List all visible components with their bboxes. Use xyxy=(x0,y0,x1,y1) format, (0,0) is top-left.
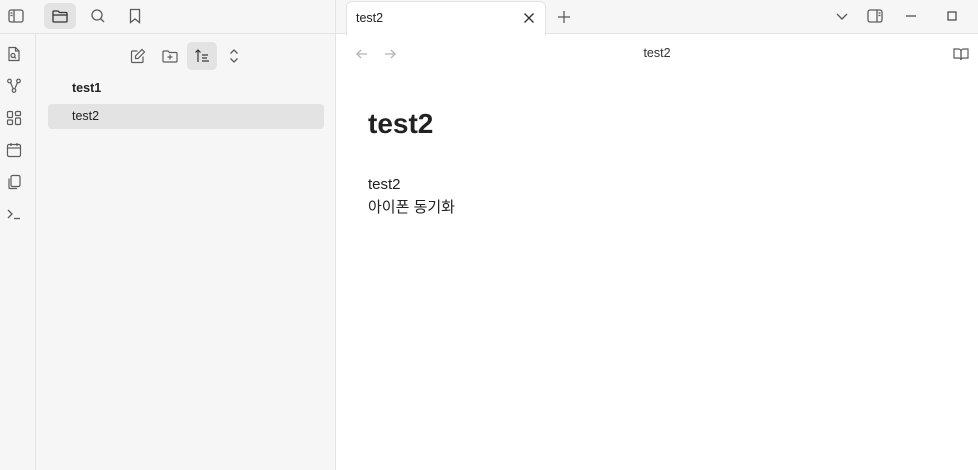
templates-button[interactable] xyxy=(4,172,24,192)
graph-view-button[interactable] xyxy=(4,76,24,96)
right-sidebar-toggle-button[interactable] xyxy=(863,5,887,27)
quick-switcher-button[interactable] xyxy=(4,44,24,64)
tab-close-button[interactable] xyxy=(521,10,537,26)
canvas-icon xyxy=(6,110,22,126)
sidebar-toggle-icon xyxy=(8,9,24,23)
ribbon xyxy=(0,34,36,470)
daily-note-button[interactable] xyxy=(4,140,24,160)
collapse-icon xyxy=(230,49,238,63)
new-note-button[interactable] xyxy=(123,42,153,70)
file-item-test1[interactable]: test1 xyxy=(48,76,324,101)
new-note-icon xyxy=(130,48,146,64)
chevron-down-icon xyxy=(836,13,848,20)
graph-icon xyxy=(7,78,21,93)
reading-view-button[interactable] xyxy=(952,45,970,63)
minimize-icon xyxy=(906,15,916,17)
tab-title: test2 xyxy=(356,11,384,25)
sort-button[interactable] xyxy=(187,42,217,70)
file-explorer-tab[interactable] xyxy=(44,3,76,29)
templates-icon xyxy=(8,174,21,190)
terminal-icon xyxy=(7,209,20,220)
view-title[interactable]: test2 xyxy=(336,46,978,60)
document-line: test2 xyxy=(368,176,401,193)
folder-icon xyxy=(52,10,68,23)
editor-content[interactable]: test2 test2 아이폰 동기화 xyxy=(368,105,948,219)
sort-icon xyxy=(195,49,209,62)
document-heading: test2 xyxy=(368,108,434,139)
right-sidebar-toggle-icon xyxy=(867,9,883,23)
command-palette-button[interactable] xyxy=(4,204,24,224)
sidebar-toggle-button[interactable] xyxy=(0,3,32,29)
view-header: test2 xyxy=(336,35,978,73)
calendar-icon xyxy=(6,143,22,158)
canvas-button[interactable] xyxy=(4,108,24,128)
file-explorer-actions xyxy=(36,42,336,70)
quick-switcher-icon xyxy=(8,46,20,62)
bookmarks-tab[interactable] xyxy=(119,3,151,29)
book-open-icon xyxy=(953,48,969,61)
search-icon xyxy=(91,9,105,23)
new-tab-button[interactable] xyxy=(554,7,574,27)
bookmark-icon xyxy=(129,8,141,24)
maximize-button[interactable] xyxy=(940,5,964,27)
tab-list-button[interactable] xyxy=(830,5,854,27)
new-folder-button[interactable] xyxy=(155,42,185,70)
maximize-icon xyxy=(947,11,957,21)
new-folder-icon xyxy=(162,50,178,63)
tab-bar: test2 xyxy=(336,0,978,35)
close-icon xyxy=(524,13,534,23)
collapse-all-button[interactable] xyxy=(219,42,249,70)
plus-icon xyxy=(558,11,570,23)
document-line: 아이폰 동기화 xyxy=(368,199,455,216)
left-sidebar-header xyxy=(0,0,336,34)
minimize-button[interactable] xyxy=(899,5,923,27)
obsidian-window: test1 test2 test2 test2 test2 test2 아이폰 … xyxy=(0,0,978,470)
tab-test2[interactable]: test2 xyxy=(346,1,546,35)
search-tab[interactable] xyxy=(82,3,114,29)
file-explorer: test1 test2 xyxy=(36,34,336,470)
file-item-test2[interactable]: test2 xyxy=(48,104,324,129)
